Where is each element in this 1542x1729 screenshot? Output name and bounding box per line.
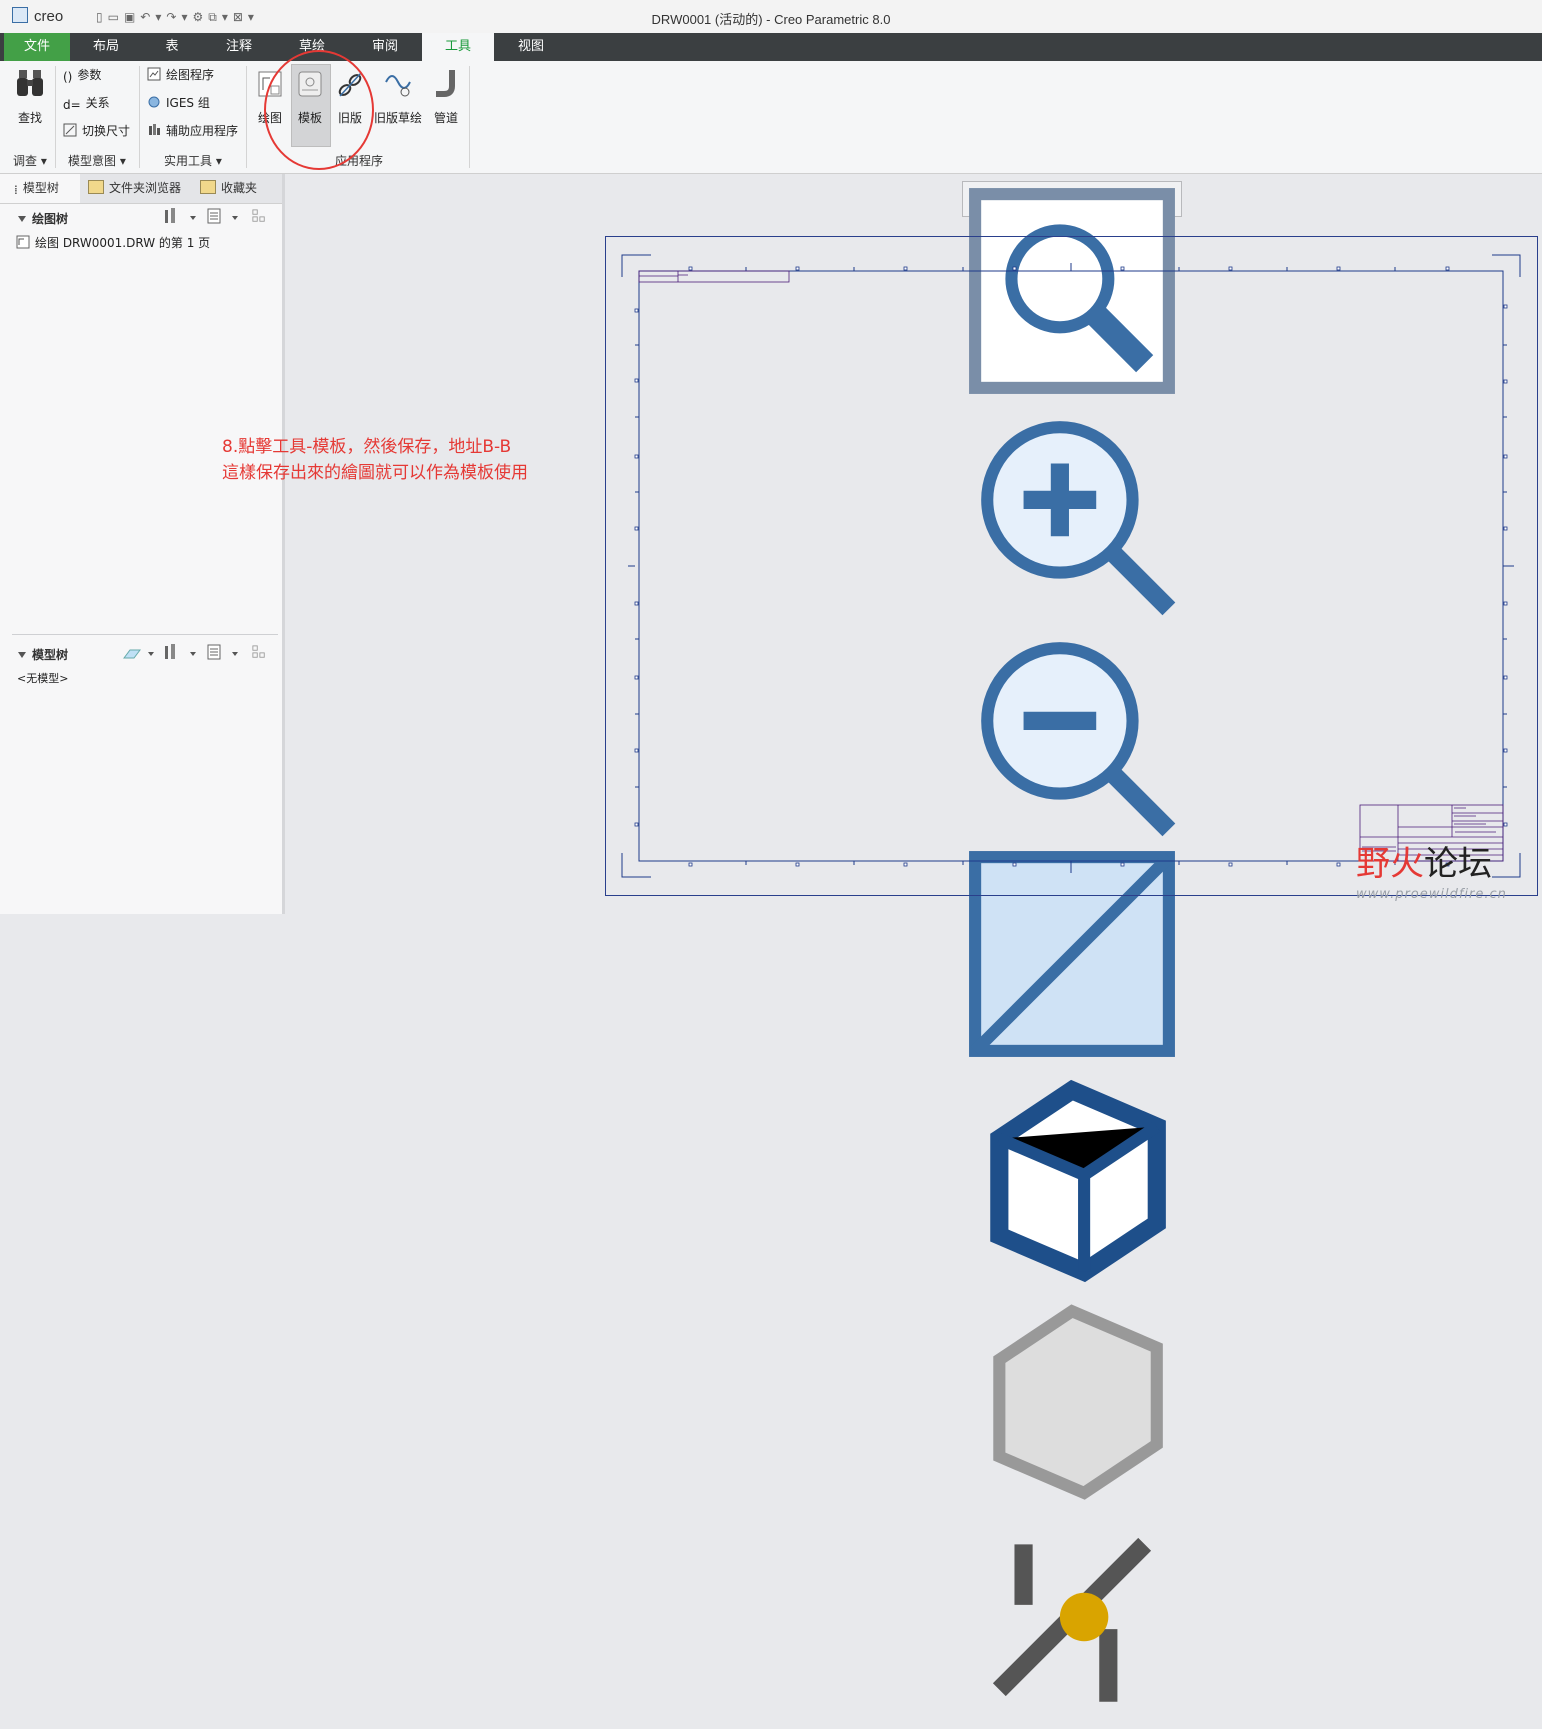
- collapse-icon: [18, 652, 26, 658]
- tab-file[interactable]: 文件: [4, 33, 70, 61]
- title-bar: creo ▯ ▭ ▣ ↶ ▾ ↷ ▾ ⚙ ⧉ ▾ ⊠ ▾ DRW0001 (活动…: [0, 0, 1542, 34]
- tab-table[interactable]: 表: [146, 33, 198, 61]
- legacy-app-button[interactable]: 旧版: [330, 64, 370, 146]
- tab-tools[interactable]: 工具: [422, 33, 494, 61]
- piping-app-button[interactable]: 管道: [426, 64, 466, 146]
- drawing-program-icon: [147, 67, 161, 81]
- tree-filter-icon[interactable]: [252, 644, 266, 660]
- aux-apps-button[interactable]: 辅助应用程序: [147, 121, 238, 141]
- relations-icon: d=: [63, 98, 81, 112]
- annotation-display-icon[interactable]: [963, 1508, 1181, 1726]
- switch-dimensions-button[interactable]: 切换尺寸: [63, 121, 130, 141]
- show-icon[interactable]: [207, 208, 221, 224]
- parameters-button[interactable]: () 参数: [63, 65, 101, 85]
- instruction-annotation: 8.點擊工具-模板，然後保存，地址B-B 這樣保存出來的繪圖就可以作為模板使用: [222, 437, 528, 483]
- tab-model-tree[interactable]: ⁞ 模型树: [0, 174, 80, 203]
- ribbon-separator: [469, 66, 470, 168]
- relations-button[interactable]: d= 关系: [63, 93, 110, 113]
- drawing-sheet-icon: [16, 235, 30, 249]
- tree-settings-icon[interactable]: [164, 644, 178, 660]
- tree-settings-icon[interactable]: [164, 208, 178, 224]
- tree-settings-dropdown-icon[interactable]: [190, 652, 196, 656]
- graphics-toolbar: [962, 181, 1182, 1702]
- tab-annotate[interactable]: 注释: [208, 33, 270, 61]
- folder-icon: [88, 180, 104, 194]
- tab-view[interactable]: 视图: [500, 33, 562, 61]
- switch-dimensions-icon: [63, 123, 77, 137]
- show-dropdown-icon[interactable]: [232, 652, 238, 656]
- aux-apps-icon: [149, 124, 160, 135]
- tab-folder-browser[interactable]: 文件夹浏览器: [88, 174, 192, 203]
- no-model-text: <无模型>: [17, 672, 69, 685]
- collapse-icon: [18, 216, 26, 222]
- iges-group-button[interactable]: IGES 组: [147, 93, 210, 113]
- drawing-sheet[interactable]: [605, 236, 1538, 896]
- find-button[interactable]: 查找: [10, 64, 50, 146]
- group-investigate-label[interactable]: 调查 ▾: [13, 152, 47, 169]
- tab-layout[interactable]: 布局: [76, 33, 136, 61]
- tab-review[interactable]: 审阅: [354, 33, 416, 61]
- ribbon-separator: [139, 66, 140, 168]
- drawing-tree-header[interactable]: 绘图树: [18, 210, 68, 227]
- display-style-icon[interactable]: [963, 1066, 1181, 1284]
- ribbon-tab-bar: 文件 布局 表 注释 草绘 审阅 工具 视图: [0, 33, 1542, 61]
- drawing-frame: [621, 254, 1521, 878]
- watermark-logo: 野火论坛: [1356, 844, 1492, 884]
- show-icon[interactable]: [207, 644, 221, 660]
- watermark-url: www.proewildfire.cn: [1356, 887, 1507, 902]
- iges-icon: [148, 96, 160, 108]
- parameters-icon: (): [63, 70, 73, 84]
- eraser-dropdown-icon[interactable]: [148, 652, 154, 656]
- navigator-panel: ⁞ 模型树 文件夹浏览器 收藏夹 绘图树 绘图 DRW0001.DRW 的第 1 …: [0, 174, 285, 914]
- tree-icon: ⁞: [14, 183, 18, 197]
- drawing-program-button[interactable]: 绘图程序: [147, 65, 214, 85]
- tree-settings-dropdown-icon[interactable]: [190, 216, 196, 220]
- drawing-app-button[interactable]: 绘图: [250, 64, 290, 146]
- ribbon-separator: [55, 66, 56, 168]
- show-dropdown-icon[interactable]: [232, 216, 238, 220]
- legacy-sketch-icon: [385, 75, 411, 97]
- binoculars-icon: [17, 70, 43, 96]
- tab-favorites[interactable]: 收藏夹: [200, 174, 270, 203]
- ribbon-separator: [246, 66, 247, 168]
- piping-icon: [436, 70, 455, 97]
- legacy-chain-icon: [338, 72, 362, 97]
- legacy-sketch-app-button[interactable]: 旧版草绘: [374, 64, 422, 146]
- tab-sketch[interactable]: 草绘: [282, 33, 342, 61]
- tree-filter-icon[interactable]: [252, 208, 266, 224]
- window-title: DRW0001 (活动的) - Creo Parametric 8.0: [651, 12, 891, 27]
- eraser-icon[interactable]: [122, 646, 142, 662]
- group-model-intent-label[interactable]: 模型意图 ▾: [68, 152, 126, 169]
- group-utilities-label[interactable]: 实用工具 ▾: [164, 152, 222, 169]
- favorites-icon: [200, 180, 216, 194]
- template-icon: [298, 71, 322, 97]
- datum-display-icon[interactable]: [963, 1287, 1181, 1505]
- navigator-tabs: ⁞ 模型树 文件夹浏览器 收藏夹: [0, 174, 282, 204]
- template-app-button[interactable]: 模板: [290, 64, 330, 146]
- drawing-tree-item[interactable]: 绘图 DRW0001.DRW 的第 1 页: [16, 233, 210, 253]
- panel-divider[interactable]: [12, 634, 278, 635]
- drawing-icon: [258, 71, 282, 97]
- ribbon-panel: [0, 61, 1542, 174]
- model-tree-header[interactable]: 模型树: [18, 646, 68, 663]
- group-applications-label: 应用程序: [335, 154, 384, 168]
